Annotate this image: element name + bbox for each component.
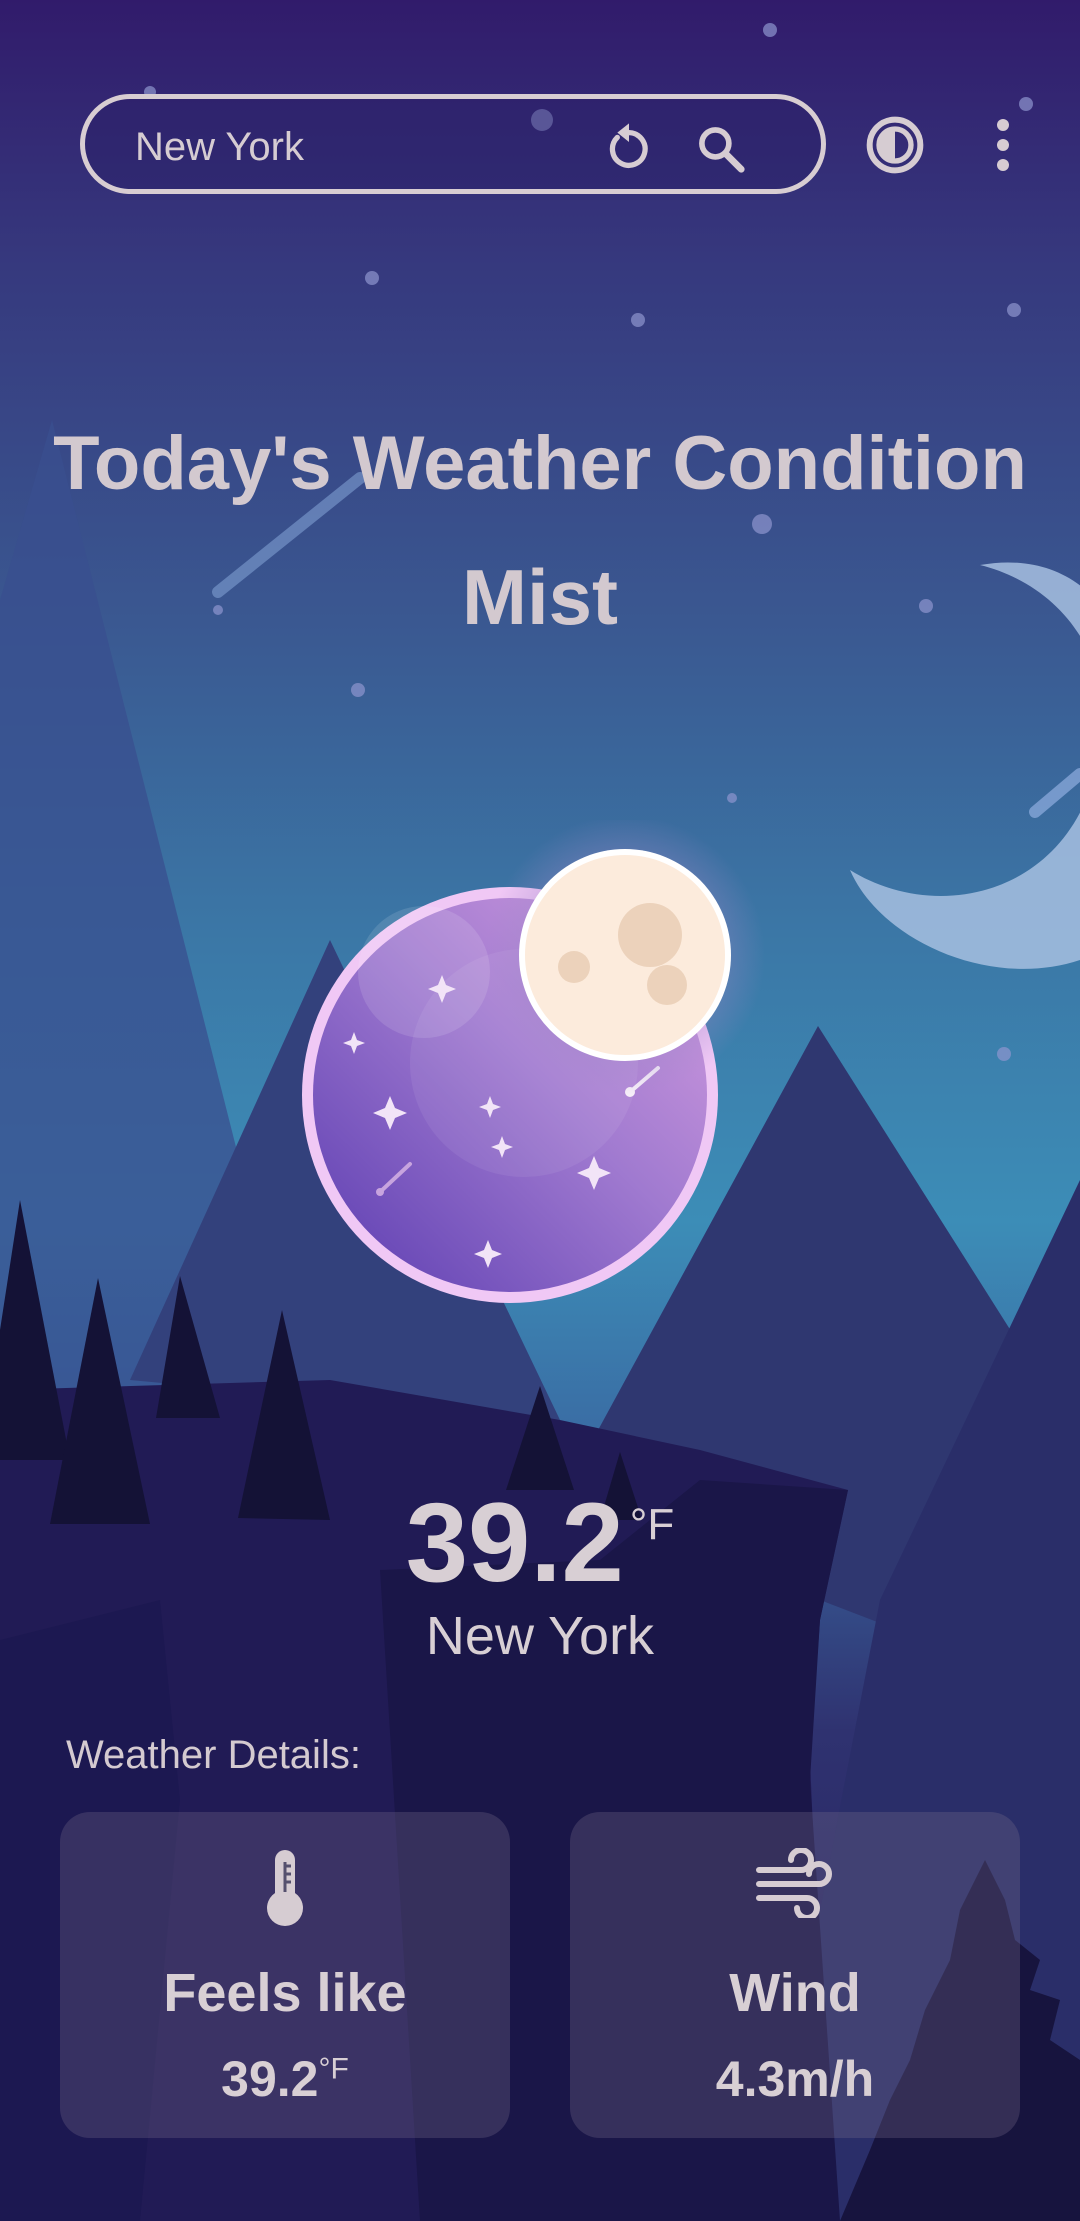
refresh-icon xyxy=(609,123,648,168)
theme-toggle-button[interactable] xyxy=(860,110,930,180)
more-options-button[interactable] xyxy=(976,110,1030,180)
wind-card: Wind 4.3m/h xyxy=(570,1812,1020,2138)
temperature-unit: °F xyxy=(629,1500,675,1549)
weather-illustration xyxy=(302,820,765,1303)
search-bar xyxy=(80,94,826,194)
wind-value: 4.3m/h xyxy=(715,2051,875,2107)
theme-toggle-icon xyxy=(866,116,924,174)
city-name: New York xyxy=(425,1606,655,1666)
temperature-value: 39.2 xyxy=(405,1480,624,1605)
search-input[interactable] xyxy=(135,119,565,175)
wind-label: Wind xyxy=(729,1963,861,2023)
feels-like-label: Feels like xyxy=(163,1963,407,2023)
feels-like-card: Feels like 39.2°F xyxy=(60,1812,510,2138)
current-temperature: 39.2 °F xyxy=(0,1478,1080,1607)
thermometer-icon xyxy=(267,1850,303,1926)
search-button[interactable] xyxy=(689,117,753,181)
wind-icon xyxy=(756,1848,832,1918)
weather-condition: Mist xyxy=(462,553,618,641)
weather-app: Today's Weather Condition Mist xyxy=(0,0,1080,2221)
more-vert-icon xyxy=(997,119,1009,171)
refresh-button[interactable] xyxy=(597,117,661,181)
feels-like-value: 39.2°F xyxy=(221,2051,349,2107)
details-heading: Weather Details: xyxy=(66,1733,361,1777)
feels-like-unit: °F xyxy=(318,2052,349,2086)
search-icon xyxy=(699,127,745,173)
page-title: Today's Weather Condition xyxy=(53,421,1027,506)
